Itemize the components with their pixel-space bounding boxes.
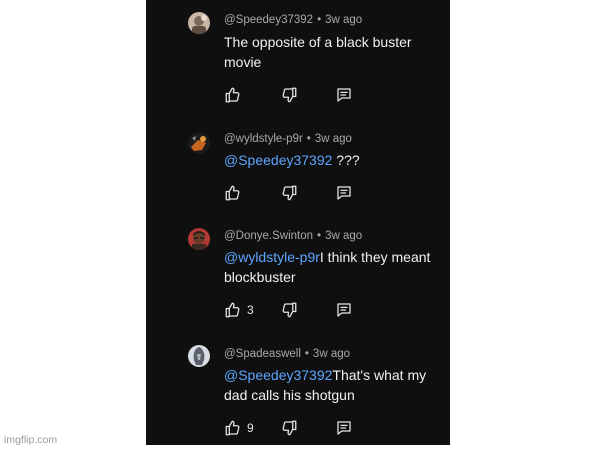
comment-author[interactable]: @Spadeaswell <box>224 348 301 360</box>
dislike-button[interactable] <box>280 418 298 438</box>
like-count: 9 <box>247 421 254 435</box>
thumbs-up-icon <box>225 420 240 436</box>
thumbs-down-icon <box>282 185 297 201</box>
comment-text: The opposite of a black buster movie <box>224 32 446 72</box>
comment-body: ??? <box>332 152 360 168</box>
comment-mention[interactable]: @wyldstyle-p9r <box>224 249 320 265</box>
comment-author[interactable]: @Donye.Swinton <box>224 230 313 242</box>
reply-icon <box>337 303 351 317</box>
comment-meta: @Donye.Swinton • 3w ago <box>224 230 362 242</box>
like-button[interactable]: 3 <box>224 300 254 320</box>
dislike-button[interactable] <box>280 183 298 203</box>
comment-mention[interactable]: @Speedey37392 <box>224 367 332 383</box>
comment-time: 3w ago <box>325 14 363 26</box>
comment-text: @Speedey37392That's what my dad calls hi… <box>224 365 446 405</box>
dislike-button[interactable] <box>280 85 298 105</box>
thumbs-up-icon <box>225 87 240 103</box>
avatar[interactable] <box>188 12 210 34</box>
like-button[interactable] <box>224 85 247 105</box>
comment-meta: @Spadeaswell • 3w ago <box>224 348 350 360</box>
thumbs-down-icon <box>282 420 297 436</box>
comment-time: 3w ago <box>312 348 351 360</box>
comment-text: @Speedey37392 ??? <box>224 150 446 170</box>
meta-separator: • <box>304 348 309 360</box>
avatar-image <box>188 132 210 154</box>
avatar-image <box>188 12 210 34</box>
comment-time: 3w ago <box>325 230 363 242</box>
like-button[interactable] <box>224 183 247 203</box>
like-count: 3 <box>247 303 254 317</box>
reply-icon <box>337 186 351 200</box>
thumbs-up-icon <box>225 185 240 201</box>
comments-panel: @Speedey37392 • 3w ago The opposite of a b… <box>146 0 450 445</box>
thumbs-down-icon <box>282 302 297 318</box>
reply-icon <box>337 88 351 102</box>
comment-meta: @wyldstyle-p9r • 3w ago <box>224 133 352 145</box>
avatar-image <box>188 228 210 250</box>
reply-button[interactable] <box>335 300 353 320</box>
reply-button[interactable] <box>335 183 353 203</box>
comment-body: The opposite of a black buster movie <box>224 34 412 70</box>
thumbs-up-icon <box>225 302 240 318</box>
avatar[interactable] <box>188 228 210 250</box>
comment-meta: @Speedey37392 • 3w ago <box>224 14 362 26</box>
comment-author[interactable]: @Speedey37392 <box>224 14 313 26</box>
comment-mention[interactable]: @Speedey37392 <box>224 152 332 168</box>
reply-icon <box>337 421 351 435</box>
meta-separator: • <box>317 14 322 26</box>
reply-button[interactable] <box>335 418 353 438</box>
reply-button[interactable] <box>335 85 353 105</box>
dislike-button[interactable] <box>280 300 298 320</box>
comment-time: 3w ago <box>314 133 352 145</box>
meta-separator: • <box>306 133 311 145</box>
avatar[interactable] <box>188 132 210 154</box>
avatar[interactable] <box>188 345 210 367</box>
comment-text: @wyldstyle-p9rI think they meant blockbu… <box>224 247 446 287</box>
watermark: imgflip.com <box>4 434 58 446</box>
avatar-image <box>188 345 210 367</box>
like-button[interactable]: 9 <box>224 418 254 438</box>
thumbs-down-icon <box>282 87 297 103</box>
comment-author[interactable]: @wyldstyle-p9r <box>224 133 303 145</box>
meta-separator: • <box>317 230 322 242</box>
